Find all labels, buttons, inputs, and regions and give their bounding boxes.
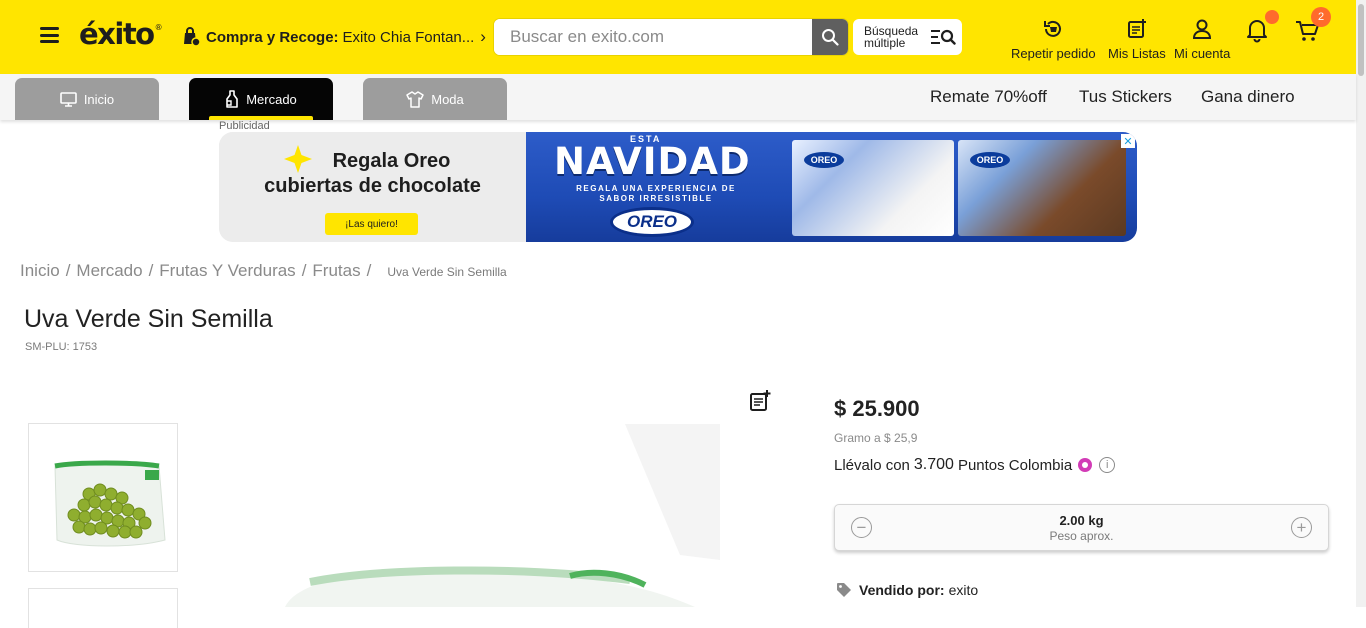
oreo-logo-text: OREO [626,212,678,231]
seller-info: Vendido por: exito [836,582,978,598]
quantity-note: Peso aprox. [1049,529,1114,543]
tab-mercado[interactable]: Mercado [189,78,333,120]
breadcrumb-separator: / [65,261,71,280]
header: éxito® Compra y Recoge: Exito Chia Fonta… [0,0,1356,74]
my-lists-button[interactable]: Mis Listas [1108,18,1166,61]
tab-moda-label: Moda [431,91,464,107]
list-add-icon [750,390,771,411]
tab-inicio-label: Inicio [83,91,115,107]
ad-subline: REGALA UNA EXPERIENCIA DE SABOR IRRESIST… [576,184,736,203]
ad-headline: NAVIDAD [554,140,751,183]
my-account-button[interactable]: Mi cuenta [1174,18,1230,61]
monitor-icon [60,91,77,107]
product-thumbnail-2[interactable] [28,588,178,628]
grapes-bag-image [54,460,166,547]
breadcrumb: Inicio / Mercado / Frutas Y Verduras / Frut… [20,261,507,281]
search-bar [494,19,848,55]
product-thumbnail-1[interactable] [28,423,178,572]
store-prefix: Compra y Recoge: [206,28,339,46]
nav-link-gana-dinero[interactable]: Gana dinero [1201,87,1295,107]
quantity-stepper: − 2.00 kg Peso aprox. + [834,504,1329,551]
menu-icon[interactable] [40,27,59,43]
seller-label: Vendido por: [859,582,945,598]
product-title: Uva Verde Sin Semilla [24,305,273,333]
tab-mercado-label: Mercado [246,91,297,107]
oreo-logo: OREO [610,207,694,237]
breadcrumb-current: Uva Verde Sin Semilla [387,265,507,279]
tab-moda[interactable]: Moda [363,78,507,120]
product-sku: SM-PLU: 1753 [25,341,98,353]
seller-name: exito [948,582,979,598]
points-suffix: Puntos Colombia [957,456,1073,474]
tab-inicio[interactable]: Inicio [15,78,159,120]
breadcrumb-frutas-verduras[interactable]: Frutas Y Verduras [159,261,295,281]
exito-logo[interactable]: éxito® [79,17,163,51]
search-input[interactable] [494,19,812,55]
user-icon [1193,19,1212,39]
list-add-icon [1127,19,1146,38]
product-price: $ 25.900 [834,396,920,421]
unit-price: Gramo a $ 25,9 [834,431,918,445]
search-icon [822,29,839,46]
repeat-order-label: Repetir pedido [1011,46,1096,61]
search-button[interactable] [812,19,848,55]
ad-line-1: Regala Oreo [332,150,451,172]
repeat-order-button[interactable]: Repetir pedido [1011,18,1096,61]
ad-choices-icon[interactable]: ✕ [1121,134,1135,148]
breadcrumb-separator: / [148,261,154,280]
bottle-icon [226,90,239,108]
store-bag-icon [184,27,201,47]
scrollbar-thumb[interactable] [1358,4,1364,76]
points-prefix: Llévalo con [834,456,910,474]
store-selector[interactable]: Compra y Recoge: Exito Chia Fontan... › [181,27,486,47]
increase-quantity-button[interactable]: + [1291,517,1312,538]
breadcrumb-inicio[interactable]: Inicio [20,261,60,281]
ad-cta-button[interactable]: ¡Las quiero! [325,213,418,235]
breadcrumb-frutas[interactable]: Frutas [312,261,360,281]
puntos-colombia: Llévalo con 3.700 Puntos Colombia i [834,456,1116,474]
nav-link-remate[interactable]: Remate 70%off [930,87,1047,107]
breadcrumb-separator: / [366,261,372,280]
scrollbar[interactable] [1356,0,1366,607]
my-lists-label: Mis Listas [1108,46,1166,61]
chevron-right-icon: › [480,27,486,46]
quantity-value: 2.00 kg [1059,513,1104,528]
breadcrumb-mercado[interactable]: Mercado [76,261,142,281]
oreo-white-box-image: OREO [792,140,954,236]
points-value: 3.700 [913,456,954,473]
box-logo: OREO [804,152,844,168]
ad-right-panel: ESTA NAVIDAD REGALA UNA EXPERIENCIA DE S… [526,132,1137,242]
logo-text: éxito [79,17,155,51]
product-main-image[interactable] [190,380,750,607]
box-logo: OREO [970,152,1010,168]
multi-search-label: Búsqueda múltiple [864,24,919,50]
ad-line-2: cubiertas de chocolate [264,175,481,197]
add-to-list-button[interactable] [749,389,773,418]
tag-icon [837,583,851,597]
multi-search-button[interactable]: Búsqueda múltiple [853,19,962,55]
notifications-button[interactable] [1244,10,1279,48]
list-search-icon [931,29,956,45]
breadcrumb-separator: / [301,261,307,280]
ad-banner[interactable]: Regala Oreo cubiertas de chocolate ¡Las … [219,132,1137,242]
puntos-colombia-icon [1078,458,1093,472]
oreo-brown-box-image: OREO [958,140,1126,236]
cart-count-badge: 2 [1311,7,1331,27]
ad-left-panel: Regala Oreo cubiertas de chocolate ¡Las … [219,132,526,242]
nav-link-stickers[interactable]: Tus Stickers [1079,87,1172,107]
info-icon[interactable]: i [1099,457,1116,473]
store-name: Exito Chia Fontan... [342,28,475,46]
ad-label: Publicidad [219,120,270,132]
repeat-order-icon [1044,20,1062,37]
grapes-bag-large-image [285,424,720,607]
my-account-label: Mi cuenta [1174,46,1231,61]
cart-button[interactable]: 2 [1294,7,1331,49]
shirt-icon [406,90,424,108]
notification-dot [1265,10,1279,24]
